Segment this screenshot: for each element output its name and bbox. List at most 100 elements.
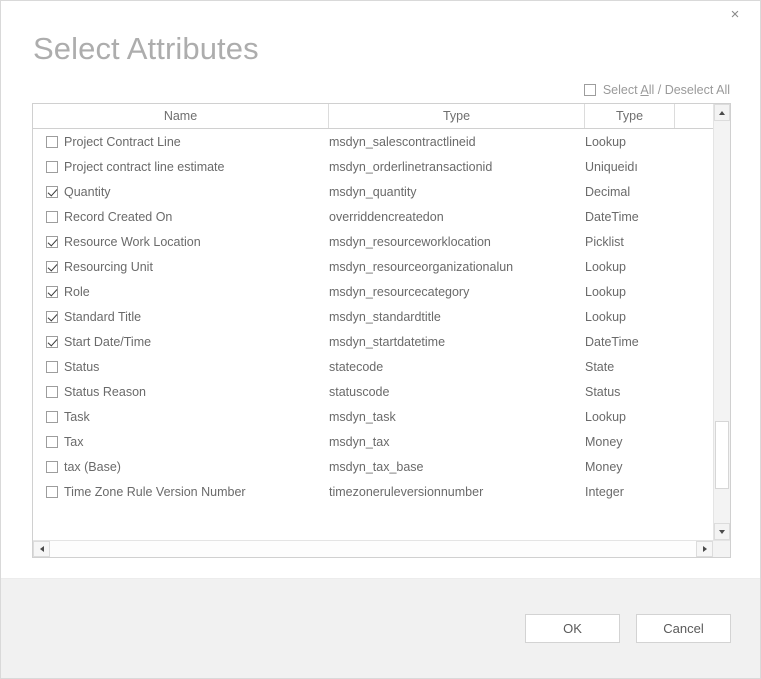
cell-type: Uniqueidı — [585, 160, 675, 174]
cell-name: Time Zone Rule Version Number — [33, 485, 329, 499]
table-row[interactable]: Start Date/Timemsdyn_startdatetimeDateTi… — [33, 329, 713, 354]
arrow-left-icon — [40, 546, 44, 552]
attribute-checkbox[interactable] — [46, 211, 58, 223]
attribute-name-label: Standard Title — [64, 310, 141, 324]
select-all-row: Select All / Deselect All — [1, 83, 730, 97]
cell-schema-name: msdyn_orderlinetransactionid — [329, 160, 585, 174]
column-header-schema[interactable]: Type — [329, 104, 585, 128]
cell-name: Task — [33, 410, 329, 424]
select-all-checkbox[interactable] — [584, 84, 596, 96]
vertical-scrollbar[interactable] — [713, 104, 730, 540]
table-row[interactable]: Tax msdyn_taxMoney — [33, 429, 713, 454]
attribute-checkbox[interactable] — [46, 361, 58, 373]
arrow-up-icon — [719, 111, 725, 115]
cell-schema-name: msdyn_resourceorganizationalun — [329, 260, 585, 274]
dialog-titlebar: × — [1, 1, 760, 19]
attribute-checkbox[interactable] — [46, 311, 58, 323]
cell-type: Lookup — [585, 310, 675, 324]
dialog-footer: OK Cancel — [1, 578, 760, 678]
attribute-checkbox[interactable] — [46, 236, 58, 248]
attribute-name-label: Status Reason — [64, 385, 146, 399]
horizontal-scrollbar[interactable] — [33, 540, 730, 557]
attribute-checkbox[interactable] — [46, 286, 58, 298]
cell-schema-name: msdyn_salescontractlineid — [329, 135, 585, 149]
cell-name: tax (Base) — [33, 460, 329, 474]
cell-type: Lookup — [585, 285, 675, 299]
cell-name: Resource Work Location — [33, 235, 329, 249]
cell-name: Project Contract Line — [33, 135, 329, 149]
table-row[interactable]: Status ReasonstatuscodeStatus — [33, 379, 713, 404]
table-row[interactable]: tax (Base)msdyn_tax_baseMoney — [33, 454, 713, 479]
attribute-checkbox[interactable] — [46, 486, 58, 498]
cancel-button[interactable]: Cancel — [636, 614, 731, 643]
table-row[interactable]: Project Contract Line msdyn_salescontract… — [33, 129, 713, 154]
cell-schema-name: msdyn_task — [329, 410, 585, 424]
cell-type: Money — [585, 435, 675, 449]
table-row[interactable]: Role msdyn_resourcecategoryLookup — [33, 279, 713, 304]
cell-name: Resourcing Unit — [33, 260, 329, 274]
vertical-scroll-track[interactable] — [714, 121, 730, 523]
attribute-checkbox[interactable] — [46, 161, 58, 173]
cell-name: Status Reason — [33, 385, 329, 399]
cell-schema-name: overriddencreatedon — [329, 210, 585, 224]
table-row[interactable]: Standard Title msdyn_standardtitleLookup — [33, 304, 713, 329]
table-row[interactable]: Resource Work Locationmsdyn_resourcework… — [33, 229, 713, 254]
arrow-down-icon — [719, 530, 725, 534]
table-row[interactable]: Status statecodeState — [33, 354, 713, 379]
vertical-scroll-thumb[interactable] — [715, 421, 729, 489]
cell-schema-name: msdyn_resourcecategory — [329, 285, 585, 299]
cell-type: Money — [585, 460, 675, 474]
attribute-name-label: Time Zone Rule Version Number — [64, 485, 246, 499]
table-row[interactable]: Taskmsdyn_taskLookup — [33, 404, 713, 429]
cell-name: Role — [33, 285, 329, 299]
table-row[interactable]: Quantitymsdyn_quantityDecimal — [33, 179, 713, 204]
cell-schema-name: statuscode — [329, 385, 585, 399]
close-icon[interactable]: × — [724, 5, 746, 25]
column-header-type[interactable]: Type — [585, 104, 675, 128]
grid-header-row: Name Type Type — [33, 104, 713, 129]
horizontal-scroll-track[interactable] — [50, 541, 696, 557]
scroll-right-button[interactable] — [696, 541, 713, 557]
table-row[interactable]: Project contract line estimate msdyn_orde… — [33, 154, 713, 179]
arrow-right-icon — [703, 546, 707, 552]
cell-type: State — [585, 360, 675, 374]
attribute-checkbox[interactable] — [46, 436, 58, 448]
cell-schema-name: msdyn_standardtitle — [329, 310, 585, 324]
attribute-name-label: Resource Work Location — [64, 235, 201, 249]
attribute-checkbox[interactable] — [46, 336, 58, 348]
attribute-name-label: Project Contract Line — [64, 135, 181, 149]
ok-button[interactable]: OK — [525, 614, 620, 643]
attribute-checkbox[interactable] — [46, 386, 58, 398]
cell-name: Status — [33, 360, 329, 374]
attribute-name-label: Role — [64, 285, 90, 299]
scroll-left-button[interactable] — [33, 541, 50, 557]
cell-name: Tax — [33, 435, 329, 449]
attribute-name-label: Quantity — [64, 185, 111, 199]
scroll-up-button[interactable] — [714, 104, 730, 121]
attribute-name-label: Tax — [64, 435, 83, 449]
attribute-name-label: tax (Base) — [64, 460, 121, 474]
attribute-checkbox[interactable] — [46, 411, 58, 423]
attribute-name-label: Project contract line estimate — [64, 160, 225, 174]
attribute-checkbox[interactable] — [46, 461, 58, 473]
select-attributes-dialog: × Select Attributes Select All / Deselec… — [0, 0, 761, 679]
cell-schema-name: msdyn_startdatetime — [329, 335, 585, 349]
table-row[interactable]: Resourcing Unitmsdyn_resourceorganizatio… — [33, 254, 713, 279]
attribute-name-label: Task — [64, 410, 90, 424]
cell-type: Lookup — [585, 135, 675, 149]
table-row[interactable]: Record Created OnoverriddencreatedonDate… — [33, 204, 713, 229]
cell-schema-name: statecode — [329, 360, 585, 374]
attribute-checkbox[interactable] — [46, 186, 58, 198]
cell-type: DateTime — [585, 335, 675, 349]
attribute-checkbox[interactable] — [46, 136, 58, 148]
column-header-name[interactable]: Name — [33, 104, 329, 128]
cell-name: Project contract line estimate — [33, 160, 329, 174]
attribute-name-label: Status — [64, 360, 99, 374]
table-row[interactable]: Time Zone Rule Version Numbertimezonerul… — [33, 479, 713, 504]
attributes-grid: Name Type Type Project Contract Line msdy… — [32, 103, 731, 558]
cell-name: Start Date/Time — [33, 335, 329, 349]
attribute-checkbox[interactable] — [46, 261, 58, 273]
grid-body: Name Type Type Project Contract Line msdy… — [33, 104, 730, 540]
scroll-down-button[interactable] — [714, 523, 730, 540]
cell-schema-name: msdyn_tax — [329, 435, 585, 449]
